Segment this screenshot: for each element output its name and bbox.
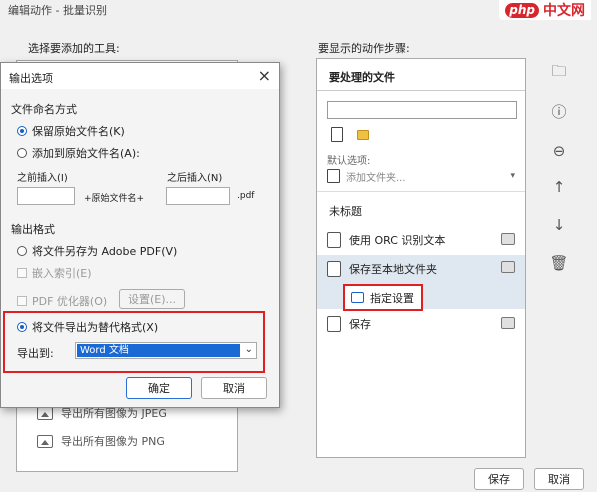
tools-label: 选择要添加的工具: [28,42,120,55]
remove-icon[interactable]: ⊖ [548,140,570,162]
files-header: 要处理的文件 [317,59,525,91]
step-label: 使用 ORC 识别文本 [349,234,446,247]
specify-settings-label: 指定设置 [370,291,414,305]
format-group-label: 输出格式 [11,223,55,236]
ocr-icon [327,232,341,248]
pdf-optimizer-checkbox[interactable]: PDF 优化器(O) [17,293,107,309]
save-button[interactable]: 保存 [474,468,524,490]
export-format-select[interactable]: Word 文档 ⌄ [75,342,257,359]
radio-off-icon [17,148,27,158]
export-to-label: 导出到: [17,347,54,360]
output-options-dialog: 输出选项 × 文件命名方式 保留原始文件名(K) 添加到原始文件名(A): 之前… [0,62,280,408]
step-label: 保存至本地文件夹 [349,263,437,276]
save-folder-icon [327,261,341,277]
embed-index-checkbox[interactable]: 嵌入索引(E) [17,265,92,281]
files-input[interactable] [327,101,517,119]
options-icon[interactable] [501,261,515,273]
radio-off-icon [17,246,27,256]
radio-on-icon [17,322,27,332]
default-options-label: 默认选项: [327,156,371,167]
original-name-token: +原始文件名+ [84,194,145,204]
watermark: php 中文网 [499,0,591,20]
radio-label: 保留原始文件名(K) [32,125,125,138]
arrow-down-icon[interactable]: ↓ [548,214,570,236]
watermark-logo: php [505,2,539,18]
image-icon [37,406,53,420]
radio-on-icon [17,126,27,136]
add-folder-dropdown[interactable]: 添加文件夹... ▾ [327,167,517,185]
untitled-label: 未标题 [329,205,362,218]
steps-panel: 要处理的文件 默认选项: 添加文件夹... ▾ 未标题 使用 ORC 识别文本 … [316,58,526,458]
save-icon [327,316,341,332]
image-icon [37,434,53,448]
export-format-value: Word 文档 [77,344,240,357]
extension-label: .pdf [237,191,255,201]
radio-save-pdf[interactable]: 将文件另存为 Adobe PDF(V) [17,243,177,259]
tool-export-png[interactable]: 导出所有图像为 PNG [37,433,165,449]
settings-button[interactable]: 设置(E)... [119,289,185,309]
checkbox-label: PDF 优化器(O) [32,295,108,308]
options-icon[interactable] [501,233,515,245]
radio-add-to-name[interactable]: 添加到原始文件名(A): [17,145,140,161]
insert-after-label: 之后插入(N) [167,173,223,184]
add-info-icon[interactable]: ⓘ [548,100,570,122]
watermark-text: 中文网 [543,3,585,19]
settings-icon [351,292,364,303]
dropdown-arrow-icon: ▾ [510,171,515,181]
add-file-icon[interactable] [331,127,343,142]
radio-keep-name[interactable]: 保留原始文件名(K) [17,123,125,139]
folder-add-icon [327,169,340,183]
options-icon[interactable] [501,317,515,329]
step-save[interactable]: 保存 [317,311,525,337]
ok-button[interactable]: 确定 [126,377,192,399]
naming-group-label: 文件命名方式 [11,103,77,116]
arrow-up-icon[interactable]: ↑ [548,176,570,198]
add-folder-icon[interactable] [357,129,369,140]
steps-label: 要显示的动作步骤: [318,42,410,55]
step-label: 保存 [349,318,371,331]
step-ocr[interactable]: 使用 ORC 识别文本 [317,227,525,253]
checkbox-icon [17,268,27,278]
cancel-button[interactable]: 取消 [534,468,584,490]
dialog-title: 输出选项 [1,63,279,89]
dialog-cancel-button[interactable]: 取消 [201,377,267,399]
add-folder-label: 添加文件夹... [346,172,406,184]
insert-before-input[interactable] [17,187,75,205]
radio-label: 添加到原始文件名(A): [32,147,140,160]
trash-icon[interactable]: 🗑 [548,252,570,274]
chevron-down-icon: ⌄ [244,344,253,355]
insert-after-input[interactable] [166,187,230,205]
insert-before-label: 之前插入(I) [17,173,68,184]
close-icon[interactable]: × [258,66,271,85]
radio-label: 将文件另存为 Adobe PDF(V) [32,245,178,258]
add-folder-icon[interactable]: 🗀 [548,62,570,84]
checkbox-label: 嵌入索引(E) [32,267,92,280]
radio-label: 将文件导出为替代格式(X) [32,321,159,334]
specify-settings-button[interactable]: 指定设置 [343,284,423,311]
tool-label: 导出所有图像为 PNG [61,435,165,448]
checkbox-icon [17,296,27,306]
radio-export-alt[interactable]: 将文件导出为替代格式(X) [17,319,158,335]
